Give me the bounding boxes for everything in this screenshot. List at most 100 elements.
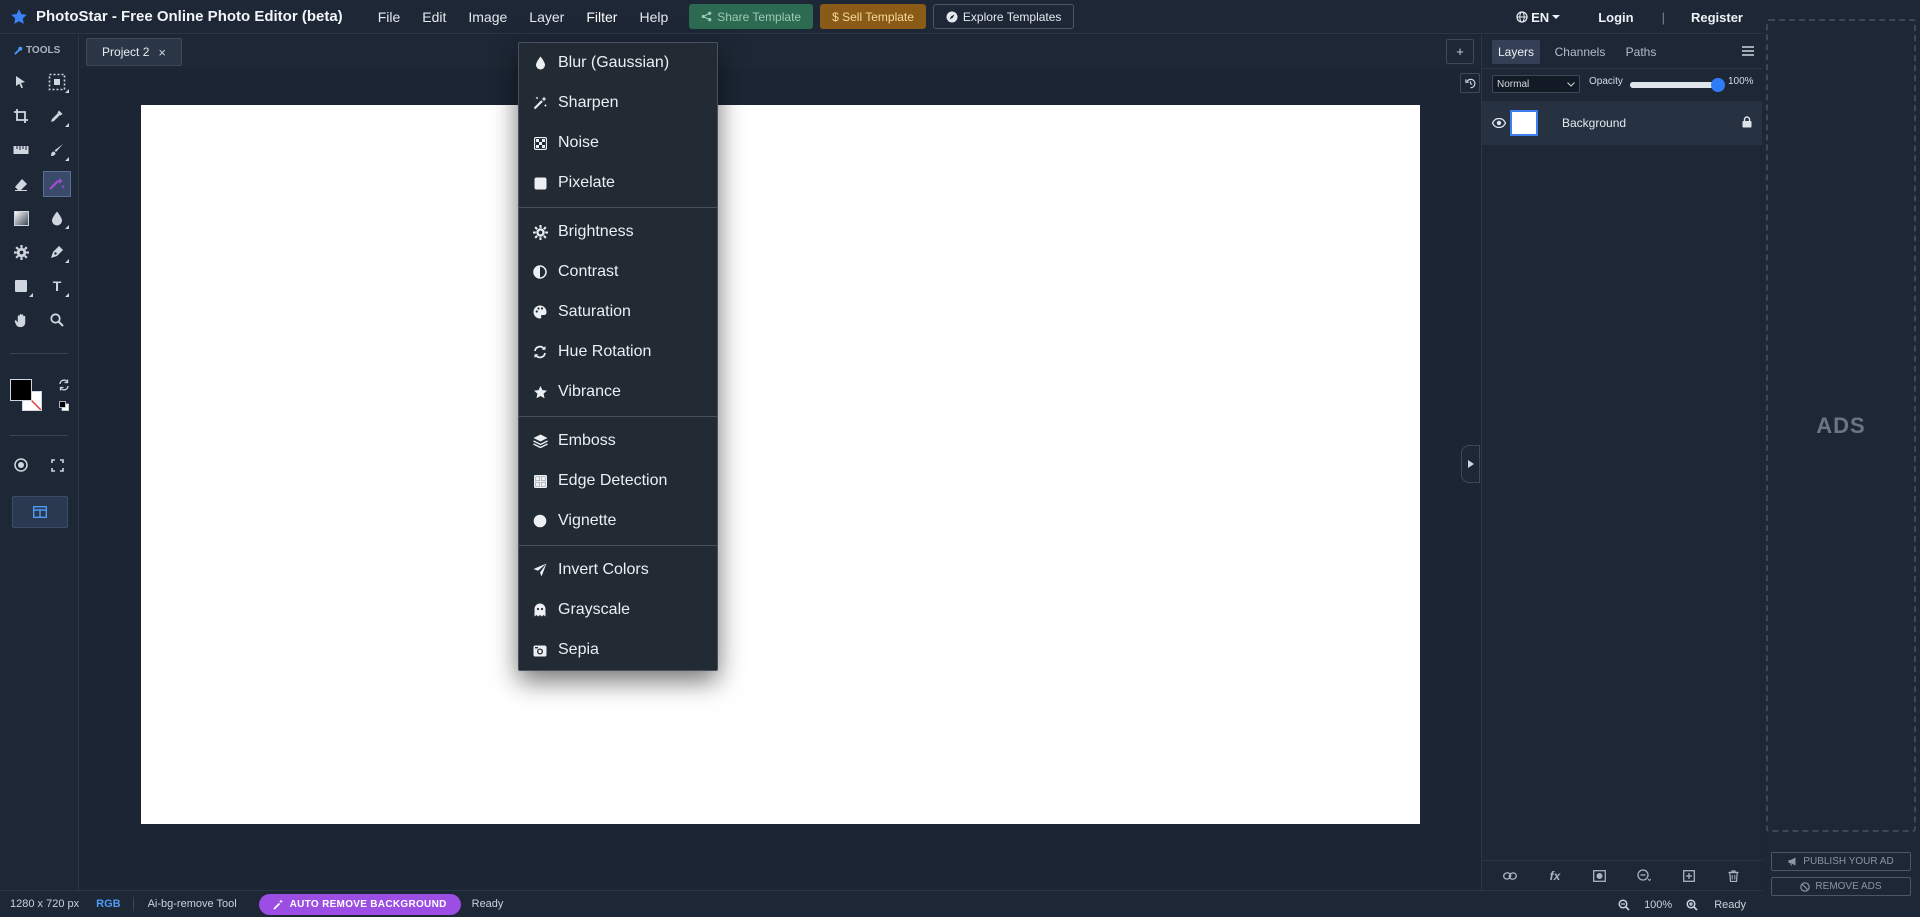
quick-mask-button[interactable] [7, 452, 35, 478]
opacity-slider[interactable] [1630, 78, 1725, 92]
explore-templates-button[interactable]: Explore Templates [932, 4, 1075, 29]
publish-ad-label: PUBLISH YOUR AD [1803, 856, 1894, 867]
canvas-size-readout: 1280 x 720 px [10, 898, 80, 910]
fullscreen-button[interactable] [43, 452, 71, 478]
menu-edit[interactable]: Edit [411, 0, 457, 34]
status-message-right: Ready [1714, 898, 1746, 911]
language-label: EN [1531, 9, 1550, 25]
foreground-color-swatch[interactable] [10, 379, 32, 401]
filter-item-label: Blur (Gaussian) [558, 54, 670, 71]
menu-separator [519, 207, 717, 208]
hamburger-menu-icon[interactable] [1742, 46, 1754, 56]
tab-project-2[interactable]: Project 2 × [86, 38, 182, 66]
blend-mode-select[interactable]: Normal [1492, 75, 1580, 93]
ghost-icon [532, 602, 548, 618]
eraser-tool[interactable] [7, 171, 35, 197]
history-button[interactable] [1460, 73, 1480, 93]
register-link[interactable]: Register [1691, 10, 1743, 25]
share-template-button[interactable]: Share Template [689, 4, 814, 29]
remove-ads-button[interactable]: REMOVE ADS [1771, 877, 1911, 896]
filter-item-saturation[interactable]: Saturation [519, 292, 717, 332]
document-tab-label: Project 2 [102, 45, 150, 59]
opacity-label: Opacity [1589, 76, 1623, 87]
swap-colors-icon[interactable] [58, 379, 70, 391]
hand-tool[interactable] [7, 307, 35, 333]
sell-template-button[interactable]: $ Sell Template [820, 4, 926, 29]
filter-item-grayscale[interactable]: Grayscale [519, 590, 717, 630]
close-tab-icon[interactable]: × [158, 45, 166, 60]
filter-item-sepia[interactable]: Sepia [519, 630, 717, 670]
default-colors-icon[interactable] [59, 401, 69, 411]
delete-layer-button[interactable] [1722, 865, 1746, 887]
menu-filter[interactable]: Filter [575, 0, 628, 34]
tab-layers[interactable]: Layers [1492, 40, 1540, 64]
menu-file[interactable]: File [367, 0, 412, 34]
layer-effects-button[interactable]: fx [1543, 865, 1567, 887]
crop-tool[interactable] [7, 103, 35, 129]
publish-your-ad-button[interactable]: PUBLISH YOUR AD [1771, 852, 1911, 871]
adjustment-layer-button[interactable] [1632, 865, 1656, 887]
sun-icon [532, 224, 548, 240]
filter-item-invert-colors[interactable]: Invert Colors [519, 550, 717, 590]
filter-item-noise[interactable]: Noise [519, 123, 717, 163]
brush-tool[interactable] [43, 137, 71, 163]
filter-item-edge-detection[interactable]: Edge Detection [519, 461, 717, 501]
login-link[interactable]: Login [1598, 10, 1633, 25]
marquee-select-tool[interactable] [43, 69, 71, 95]
filter-item-sharpen[interactable]: Sharpen [519, 83, 717, 123]
filter-item-label: Brightness [558, 223, 634, 240]
filter-item-pixelate[interactable]: Pixelate [519, 163, 717, 203]
filter-item-vignette[interactable]: Vignette [519, 501, 717, 541]
language-selector[interactable]: EN [1516, 9, 1561, 25]
circle-icon [532, 513, 548, 529]
ruler-tool[interactable] [7, 137, 35, 163]
text-tool[interactable]: T [43, 273, 71, 299]
eyedropper-tool[interactable] [43, 103, 71, 129]
layer-row[interactable]: Background [1482, 101, 1762, 145]
new-layer-button[interactable] [1677, 865, 1701, 887]
filter-item-hue-rotation[interactable]: Hue Rotation [519, 332, 717, 372]
tab-paths[interactable]: Paths [1618, 40, 1664, 64]
tools-label: TOOLS [26, 45, 61, 56]
toolbar-divider [10, 353, 68, 354]
auto-remove-background-button[interactable]: AUTO REMOVE BACKGROUND [258, 893, 461, 915]
filter-item-blur-gaussian[interactable]: Blur (Gaussian) [519, 43, 717, 83]
collapse-panel-button[interactable] [1461, 445, 1480, 483]
add-mask-button[interactable] [1588, 865, 1612, 887]
foreground-background-colors[interactable] [10, 379, 42, 411]
link-layers-button[interactable] [1498, 865, 1522, 887]
magic-wand-tool[interactable] [43, 171, 71, 197]
zoom-in-icon[interactable] [1686, 898, 1698, 911]
eye-icon[interactable] [1492, 118, 1506, 128]
eyedropper-tool-icon [50, 109, 64, 123]
settings-tool[interactable] [7, 239, 35, 265]
layers-panel: Layers Channels Paths Normal Opacity 100… [1481, 35, 1762, 890]
filter-item-contrast[interactable]: Contrast [519, 252, 717, 292]
zoom-out-icon[interactable] [1618, 898, 1630, 911]
shape-tool[interactable] [7, 273, 35, 299]
menu-layer[interactable]: Layer [518, 0, 575, 34]
blur-drop-tool[interactable] [43, 205, 71, 231]
move-tool[interactable] [7, 69, 35, 95]
record-circle-icon [14, 458, 28, 472]
eraser-tool-icon [14, 178, 28, 191]
menu-help[interactable]: Help [628, 0, 679, 34]
zoom-tool[interactable] [43, 307, 71, 333]
menu-image[interactable]: Image [457, 0, 518, 34]
pen-tool[interactable] [43, 239, 71, 265]
share-icon [701, 11, 712, 22]
top-menu-bar: PhotoStar - Free Online Photo Editor (be… [0, 0, 1762, 34]
filter-item-vibrance[interactable]: Vibrance [519, 372, 717, 412]
new-document-button[interactable]: + [1446, 39, 1474, 64]
filter-item-emboss[interactable]: Emboss [519, 421, 717, 461]
tab-channels[interactable]: Channels [1549, 40, 1611, 64]
magic-wand-tool-icon [48, 177, 66, 191]
main-menu: File Edit Image Layer Filter Help [367, 0, 680, 34]
link-icon [1503, 871, 1518, 881]
tools-heading: TOOLS [14, 45, 60, 56]
filter-item-brightness[interactable]: Brightness [519, 212, 717, 252]
image-canvas[interactable] [141, 105, 1420, 824]
gradient-tool[interactable] [7, 205, 35, 231]
opacity-slider-thumb[interactable] [1711, 78, 1725, 92]
layout-toggle-button[interactable] [12, 496, 68, 528]
